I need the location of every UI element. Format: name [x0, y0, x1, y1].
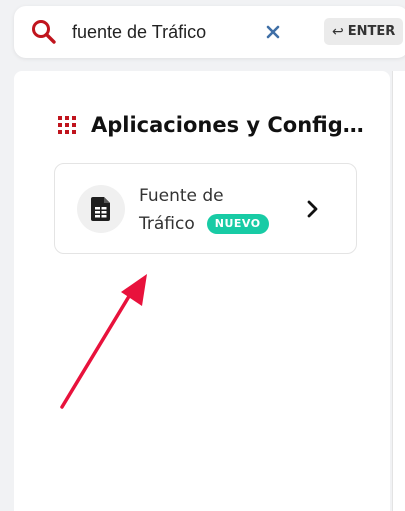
enter-button[interactable]: ↩ ENTER	[324, 18, 404, 45]
side-panel	[392, 71, 405, 511]
search-input[interactable]	[72, 16, 262, 48]
result-title-line2: Tráfico	[139, 214, 195, 234]
apps-grid-icon	[58, 116, 76, 134]
result-icon-container	[77, 185, 125, 233]
search-icon[interactable]	[30, 18, 58, 46]
result-text: Fuente de Tráfico NUEVO	[139, 182, 299, 238]
results-panel: Aplicaciones y Configuración Fuente de T…	[14, 71, 390, 511]
result-title-line1: Fuente de	[139, 186, 224, 206]
result-title-line2-row: Tráfico NUEVO	[139, 210, 299, 238]
search-bar: ↩ ENTER	[14, 6, 405, 58]
enter-label: ENTER	[347, 24, 396, 39]
chevron-right-icon	[307, 200, 318, 218]
section-header: Aplicaciones y Configuración	[58, 113, 368, 137]
result-card-fuente-de-trafico[interactable]: Fuente de Tráfico NUEVO	[54, 163, 357, 254]
return-icon: ↩	[332, 23, 344, 40]
section-title: Aplicaciones y Configuración	[91, 113, 368, 137]
new-badge: NUEVO	[206, 214, 269, 234]
close-icon[interactable]	[262, 21, 284, 43]
document-icon	[91, 197, 110, 221]
